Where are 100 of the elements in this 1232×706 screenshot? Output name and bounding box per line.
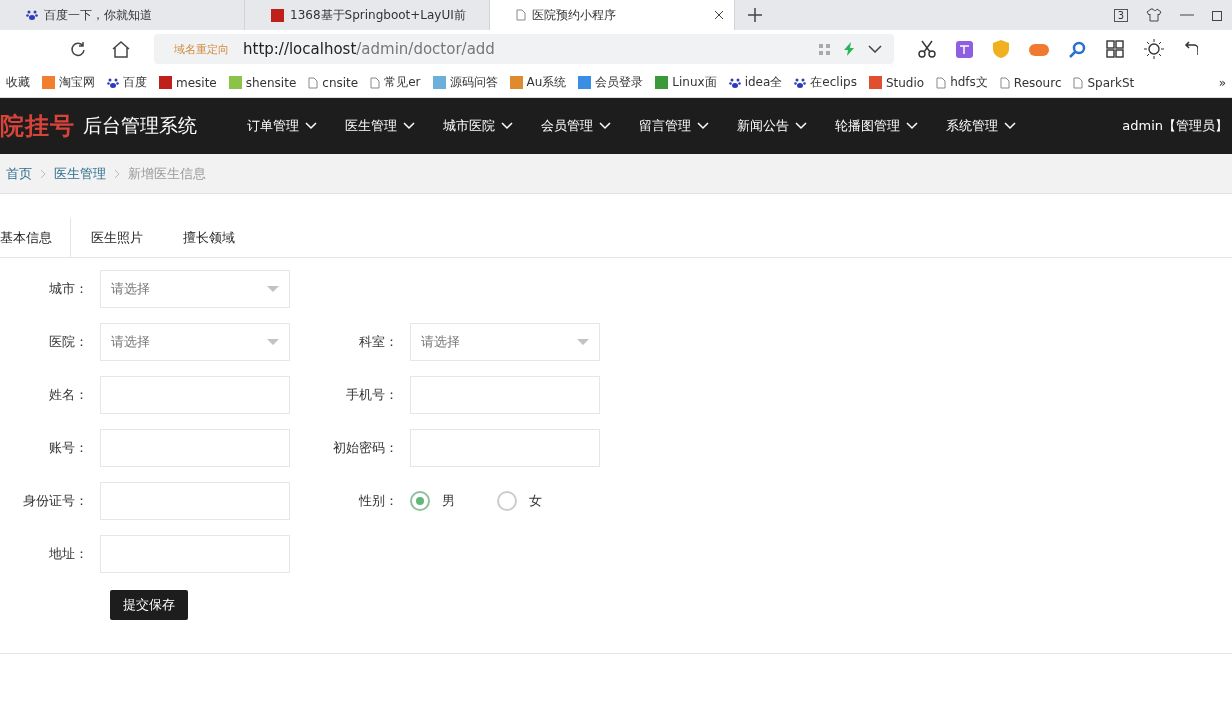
field-label: 身份证号：	[22, 492, 88, 510]
nav-menu-item[interactable]: 轮播图管理	[821, 98, 932, 154]
input-field[interactable]	[410, 429, 600, 467]
radio-label: 女	[529, 492, 542, 510]
square-icon	[655, 76, 669, 89]
paw-icon	[107, 76, 119, 89]
square-icon	[868, 76, 882, 89]
bookmark-link[interactable]: shensite	[228, 75, 297, 90]
field-label: 医院：	[48, 333, 88, 351]
caret-icon	[697, 122, 709, 130]
logo-text: 院挂号	[0, 111, 75, 142]
bookmark-link[interactable]: idea全	[728, 74, 783, 91]
reload-icon[interactable]	[70, 41, 86, 57]
caret-icon	[1004, 122, 1016, 130]
select-field[interactable]: 请选择	[100, 270, 290, 308]
caret-icon	[795, 122, 807, 130]
radio-button[interactable]	[497, 491, 517, 511]
square-icon	[509, 76, 523, 89]
bookmark-link[interactable]: Linux面	[655, 74, 717, 91]
user-name[interactable]: admin【管理员】	[1122, 117, 1232, 135]
radio-button[interactable]	[410, 491, 430, 511]
nav-menu-item[interactable]: 系统管理	[932, 98, 1030, 154]
input-field[interactable]	[100, 535, 290, 573]
bookmark-link[interactable]: 会员登录	[578, 74, 644, 91]
page-icon	[516, 9, 526, 21]
chevron-right-icon	[40, 168, 46, 179]
nav-menu-item[interactable]: 会员管理	[527, 98, 625, 154]
input-field[interactable]	[410, 376, 600, 414]
dropdown-arrow-icon	[267, 286, 279, 292]
select-field[interactable]: 请选择	[100, 323, 290, 361]
bookmark-link[interactable]: mesite	[159, 75, 217, 90]
caret-icon	[305, 122, 317, 130]
scissors-icon[interactable]	[918, 40, 936, 58]
form-tab[interactable]: 基本信息	[0, 218, 71, 257]
page-icon	[999, 76, 1010, 89]
page-icon	[308, 76, 319, 89]
field-label: 性别：	[358, 492, 398, 510]
nav-menu-item[interactable]: 留言管理	[625, 98, 723, 154]
bookmark-link[interactable]: 淘宝网	[42, 74, 95, 91]
translate-icon[interactable]	[956, 40, 973, 58]
caret-icon	[403, 122, 415, 130]
bookmark-link[interactable]: 百度	[107, 74, 147, 91]
bookmark-link[interactable]: Au系统	[509, 74, 567, 91]
breadcrumb-link[interactable]: 首页	[6, 164, 32, 183]
sun-icon[interactable]	[1144, 39, 1164, 59]
field-label: 城市：	[48, 280, 88, 298]
browser-tab[interactable]: 医院预约小程序	[490, 0, 735, 30]
close-icon[interactable]	[714, 10, 724, 20]
square-icon	[42, 76, 55, 89]
field-label: 地址：	[48, 545, 88, 563]
bookmark-link[interactable]: 收藏	[6, 74, 30, 91]
shirt-icon[interactable]	[1146, 8, 1162, 22]
square-icon	[228, 76, 242, 89]
field-label: 姓名：	[48, 386, 88, 404]
bookmark-link[interactable]: 源码问答	[432, 74, 498, 91]
radio-label: 男	[442, 492, 455, 510]
bookmark-link[interactable]: 常见er	[370, 74, 421, 91]
bookmark-link[interactable]: hdfs文	[936, 74, 988, 91]
bookmark-link[interactable]: Resourc	[999, 75, 1062, 90]
caret-icon	[906, 122, 918, 130]
field-label: 初始密码：	[332, 439, 398, 457]
bookmark-link[interactable]: SparkSt	[1073, 75, 1135, 90]
home-icon[interactable]	[112, 40, 130, 58]
field-label: 手机号：	[345, 386, 398, 404]
select-field[interactable]: 请选择	[410, 323, 600, 361]
nav-menu-item[interactable]: 新闻公告	[723, 98, 821, 154]
dropdown-arrow-icon	[267, 339, 279, 345]
nav-menu-item[interactable]: 医生管理	[331, 98, 429, 154]
input-field[interactable]	[100, 429, 290, 467]
square-icon	[432, 76, 446, 89]
input-field[interactable]	[100, 376, 290, 414]
bookmark-link[interactable]: 在eclips	[794, 74, 857, 91]
tab-count[interactable]: 3	[1113, 8, 1128, 22]
chevron-down-icon[interactable]	[868, 45, 882, 53]
lightning-icon[interactable]	[844, 42, 854, 56]
caret-icon	[501, 122, 513, 130]
undo-icon[interactable]	[1184, 41, 1198, 57]
chevron-right-icon	[114, 168, 120, 179]
bookmark-link[interactable]: cnsite	[308, 75, 359, 90]
more-bookmarks[interactable]: »	[1218, 75, 1226, 90]
new-tab-icon[interactable]	[748, 8, 762, 22]
breadcrumb-link[interactable]: 医生管理	[54, 164, 106, 183]
grid-icon[interactable]	[1106, 40, 1124, 58]
restore-icon[interactable]	[1212, 9, 1222, 21]
bookmark-link[interactable]: Studio	[868, 75, 925, 90]
paw-icon	[728, 76, 741, 89]
page-icon	[936, 76, 947, 89]
nav-menu-item[interactable]: 城市医院	[429, 98, 527, 154]
paw-icon	[26, 9, 38, 21]
paw-icon	[794, 76, 807, 89]
square-icon	[578, 76, 592, 89]
dropdown-arrow-icon	[577, 339, 589, 345]
submit-button[interactable]: 提交保存	[110, 590, 188, 620]
search-icon[interactable]	[1069, 40, 1086, 58]
caret-icon	[599, 122, 611, 130]
field-label: 账号：	[48, 439, 88, 457]
field-label: 科室：	[358, 333, 398, 351]
address-bar[interactable]: 域名重定向 http://localhost/admin/doctor/add	[154, 34, 894, 64]
input-field[interactable]	[100, 482, 290, 520]
nav-menu-item[interactable]: 订单管理	[233, 98, 331, 154]
